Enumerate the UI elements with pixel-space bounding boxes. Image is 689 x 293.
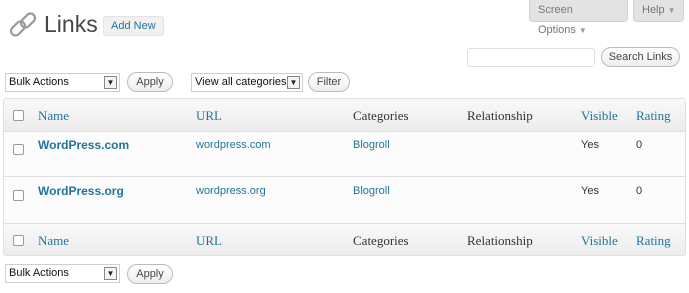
link-rating: 0 [636, 185, 643, 197]
filter-button[interactable]: Filter [308, 72, 350, 92]
add-new-button[interactable]: Add New [103, 16, 164, 36]
column-rating-header[interactable]: Rating [636, 108, 671, 124]
chevron-down-icon: ▼ [578, 26, 587, 35]
table-header: Name URL Categories Relationship Visible… [4, 99, 685, 132]
search-links-button[interactable]: Search Links [601, 47, 680, 67]
screen-options-label: Screen Options [538, 4, 576, 36]
link-category[interactable]: Blogroll [353, 185, 390, 197]
category-filter-select[interactable]: View all categories ▼ [191, 73, 303, 92]
link-rating: 0 [636, 139, 643, 151]
column-url-footer[interactable]: URL [196, 233, 222, 249]
link-name[interactable]: WordPress.com [38, 138, 129, 152]
column-name-footer[interactable]: Name [38, 233, 69, 249]
column-categories-footer: Categories [353, 233, 409, 248]
table-row: WordPress.com wordpress.com Blogroll Yes… [4, 132, 685, 177]
category-filter-value: View all categories [195, 76, 287, 88]
select-all-checkbox[interactable] [13, 235, 24, 246]
help-label: Help [642, 4, 665, 16]
chevron-down-icon: ▼ [667, 6, 676, 15]
column-relationship-footer: Relationship [467, 233, 533, 248]
apply-button[interactable]: Apply [127, 72, 173, 92]
link-visible: Yes [581, 185, 599, 197]
column-url-header[interactable]: URL [196, 108, 222, 124]
help-tab[interactable]: Help ▼ [633, 0, 684, 22]
bulk-actions-select-bottom[interactable]: Bulk Actions ▼ [5, 264, 120, 283]
dropdown-arrow-icon: ▼ [104, 267, 117, 280]
column-categories-header: Categories [353, 108, 409, 123]
row-checkbox[interactable] [13, 190, 24, 201]
search-input[interactable] [467, 48, 595, 67]
link-category[interactable]: Blogroll [353, 139, 390, 151]
links-icon [6, 10, 40, 44]
link-visible: Yes [581, 139, 599, 151]
apply-button-bottom[interactable]: Apply [127, 264, 173, 284]
column-visible-footer[interactable]: Visible [581, 233, 618, 249]
link-url[interactable]: wordpress.org [196, 185, 266, 197]
bulk-actions-value: Bulk Actions [9, 267, 69, 279]
dropdown-arrow-icon: ▼ [104, 76, 117, 89]
page-title: Links [44, 11, 98, 37]
column-name-header[interactable]: Name [38, 108, 69, 124]
links-table: Name URL Categories Relationship Visible… [3, 98, 686, 256]
table-row: WordPress.org wordpress.org Blogroll Yes… [4, 178, 685, 223]
row-checkbox[interactable] [13, 144, 24, 155]
column-rating-footer[interactable]: Rating [636, 233, 671, 249]
bulk-actions-value: Bulk Actions [9, 76, 69, 88]
dropdown-arrow-icon: ▼ [287, 76, 300, 89]
column-visible-header[interactable]: Visible [581, 108, 618, 124]
column-relationship-header: Relationship [467, 108, 533, 123]
select-all-checkbox[interactable] [13, 110, 24, 121]
table-footer: Name URL Categories Relationship Visible… [4, 223, 685, 255]
link-url[interactable]: wordpress.com [196, 139, 271, 151]
screen-options-tab[interactable]: Screen Options ▼ [529, 0, 628, 36]
link-name[interactable]: WordPress.org [38, 184, 124, 198]
bulk-actions-select[interactable]: Bulk Actions ▼ [5, 73, 120, 92]
